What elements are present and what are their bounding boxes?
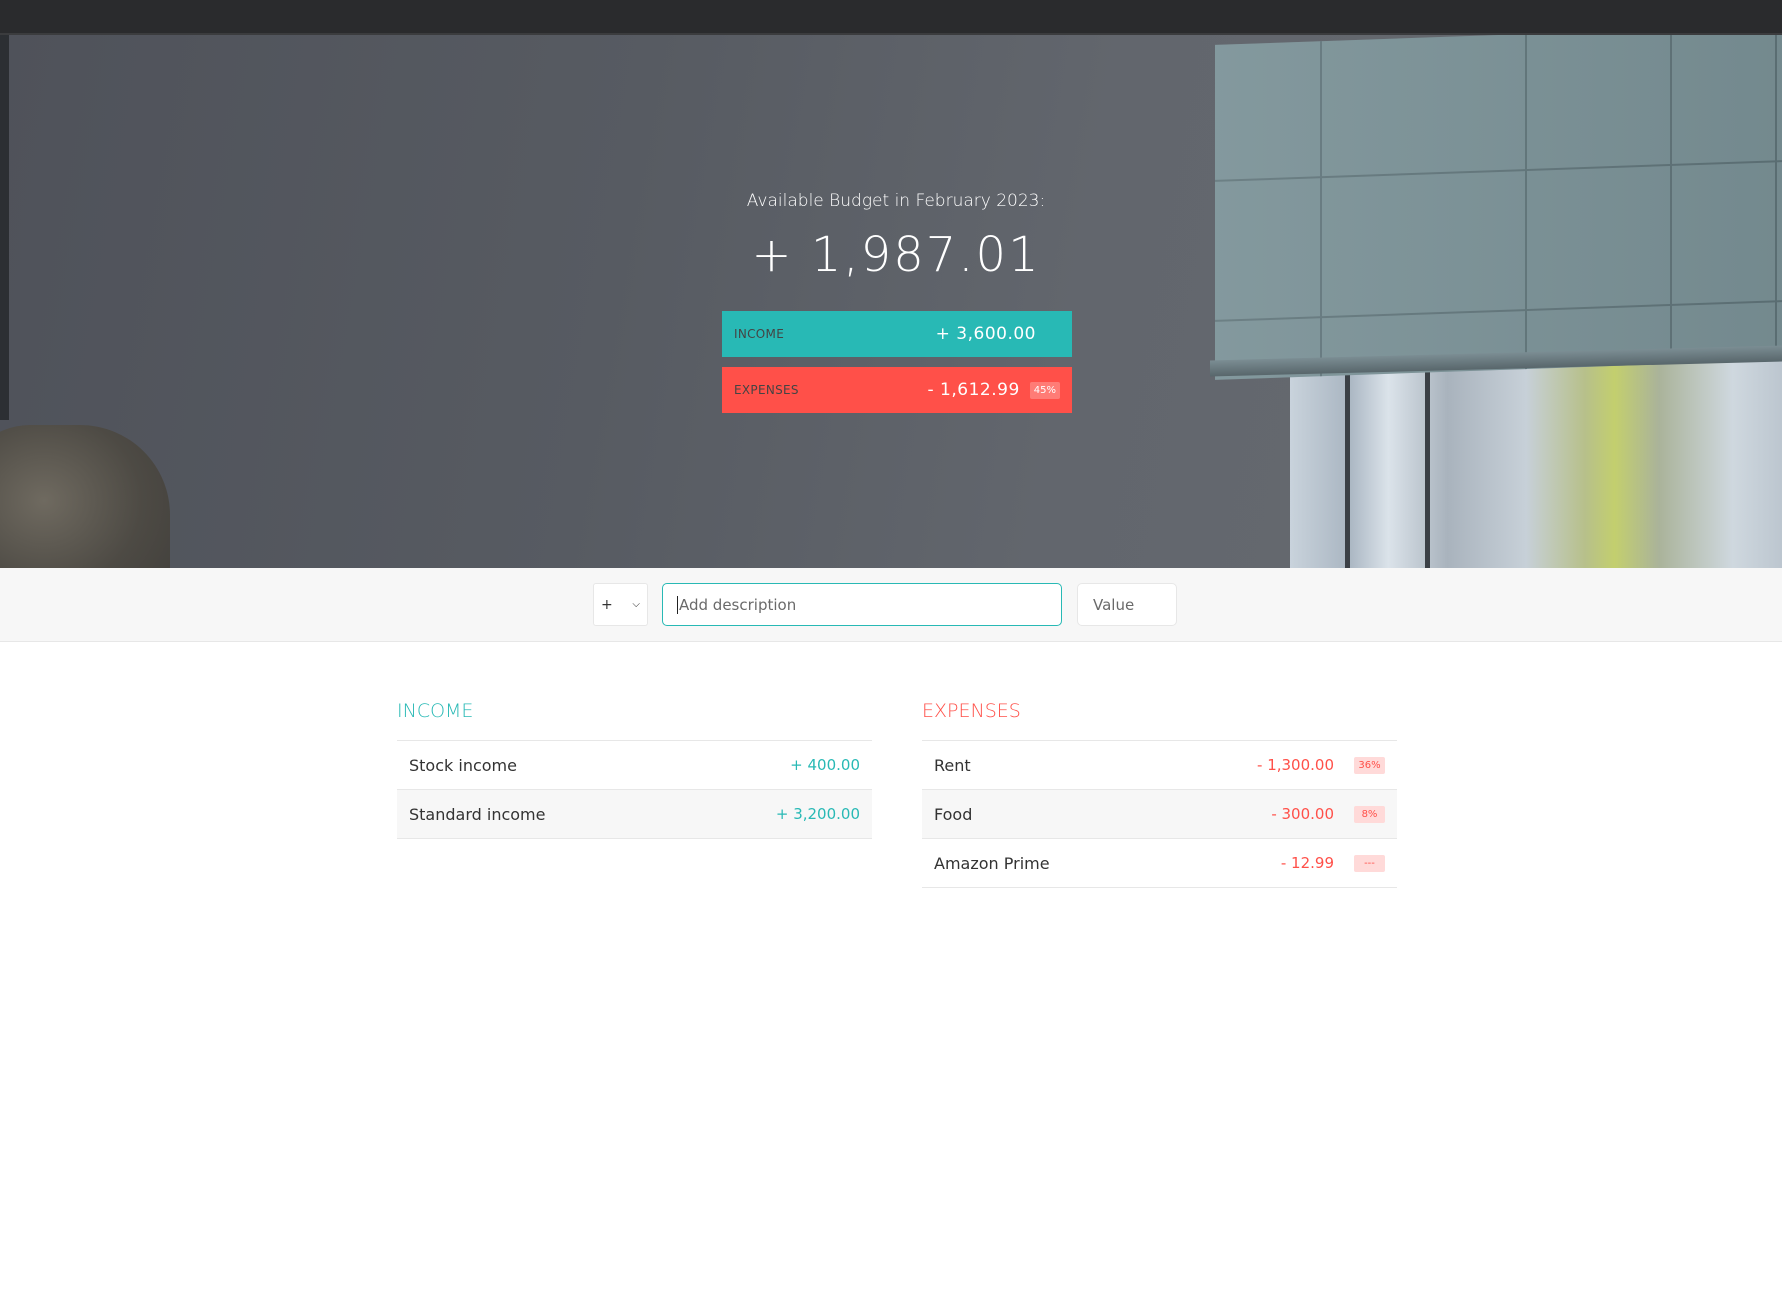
income-item-value: + 3,200.00 xyxy=(775,805,860,823)
income-item[interactable]: Stock income + 400.00 xyxy=(397,741,872,790)
income-item-value: + 400.00 xyxy=(790,756,860,774)
expense-item-percentage: --- xyxy=(1354,854,1385,872)
expense-item-value: - 300.00 xyxy=(1271,805,1334,823)
expense-item-right: - 300.00 8% xyxy=(1271,805,1385,823)
browser-top-bar xyxy=(0,0,1782,35)
budget-income-right: + 3,600.00 xyxy=(936,324,1060,344)
income-item-description: Standard income xyxy=(409,804,546,824)
income-item-right: + 400.00 xyxy=(790,756,860,774)
budget-expenses-summary: Expenses - 1,612.99 45% xyxy=(722,367,1072,413)
add-description-input[interactable]: Add description xyxy=(662,583,1062,626)
text-cursor xyxy=(677,595,678,614)
expense-item-description: Food xyxy=(934,804,973,824)
income-item[interactable]: Standard income + 3,200.00 xyxy=(397,790,872,839)
expense-item-right: - 12.99 --- xyxy=(1281,854,1385,872)
add-type-select[interactable]: + ⌵ xyxy=(593,583,648,626)
budget-value: + 1,987.01 xyxy=(751,227,1041,283)
budget-summary: Available Budget in February 2023: + 1,9… xyxy=(0,35,1782,568)
expense-item[interactable]: Rent - 1,300.00 36% xyxy=(922,741,1397,790)
budget-income-summary: Income + 3,600.00 xyxy=(722,311,1072,357)
expense-item-right: - 1,300.00 36% xyxy=(1257,756,1385,774)
expense-item-percentage: 36% xyxy=(1354,756,1385,774)
income-items: Stock income + 400.00 Standard income + … xyxy=(397,741,872,839)
expense-item-value: - 12.99 xyxy=(1280,854,1334,872)
expenses-list: Expenses Rent - 1,300.00 36% Food - 300.… xyxy=(922,700,1397,888)
income-list-title: Income xyxy=(397,700,872,741)
expenses-list-title: Expenses xyxy=(922,700,1397,741)
expense-item-value: - 1,300.00 xyxy=(1257,756,1334,774)
budget-income-value: + 3,600.00 xyxy=(935,324,1036,344)
income-item-right: + 3,200.00 xyxy=(776,805,860,823)
add-value-placeholder: Value xyxy=(1093,595,1135,614)
budget-hero: Available Budget in February 2023: + 1,9… xyxy=(0,35,1782,568)
add-description-placeholder: Add description xyxy=(679,595,797,614)
budget-expenses-value: - 1,612.99 xyxy=(927,380,1020,400)
budget-expenses-right: - 1,612.99 45% xyxy=(928,380,1060,400)
budget-income-label: Income xyxy=(734,327,785,341)
add-value-input[interactable]: Value xyxy=(1077,583,1177,626)
budget-title: Available Budget in February 2023: xyxy=(746,191,1046,211)
expense-item[interactable]: Food - 300.00 8% xyxy=(922,790,1397,839)
budget-expenses-percentage: 45% xyxy=(1029,381,1060,399)
expense-item-description: Rent xyxy=(934,755,971,775)
expenses-items: Rent - 1,300.00 36% Food - 300.00 8% Ama… xyxy=(922,741,1397,888)
income-item-description: Stock income xyxy=(409,755,517,775)
expense-item-description: Amazon Prime xyxy=(934,853,1050,873)
chevron-down-icon: ⌵ xyxy=(632,599,640,610)
income-list: Income Stock income + 400.00 Standard in… xyxy=(397,700,872,839)
add-item-bar: + ⌵ Add description Value xyxy=(0,568,1782,642)
expense-item[interactable]: Amazon Prime - 12.99 --- xyxy=(922,839,1397,888)
expense-item-percentage: 8% xyxy=(1354,805,1385,823)
add-type-selected: + xyxy=(601,596,613,613)
budget-expenses-label: Expenses xyxy=(734,383,799,397)
